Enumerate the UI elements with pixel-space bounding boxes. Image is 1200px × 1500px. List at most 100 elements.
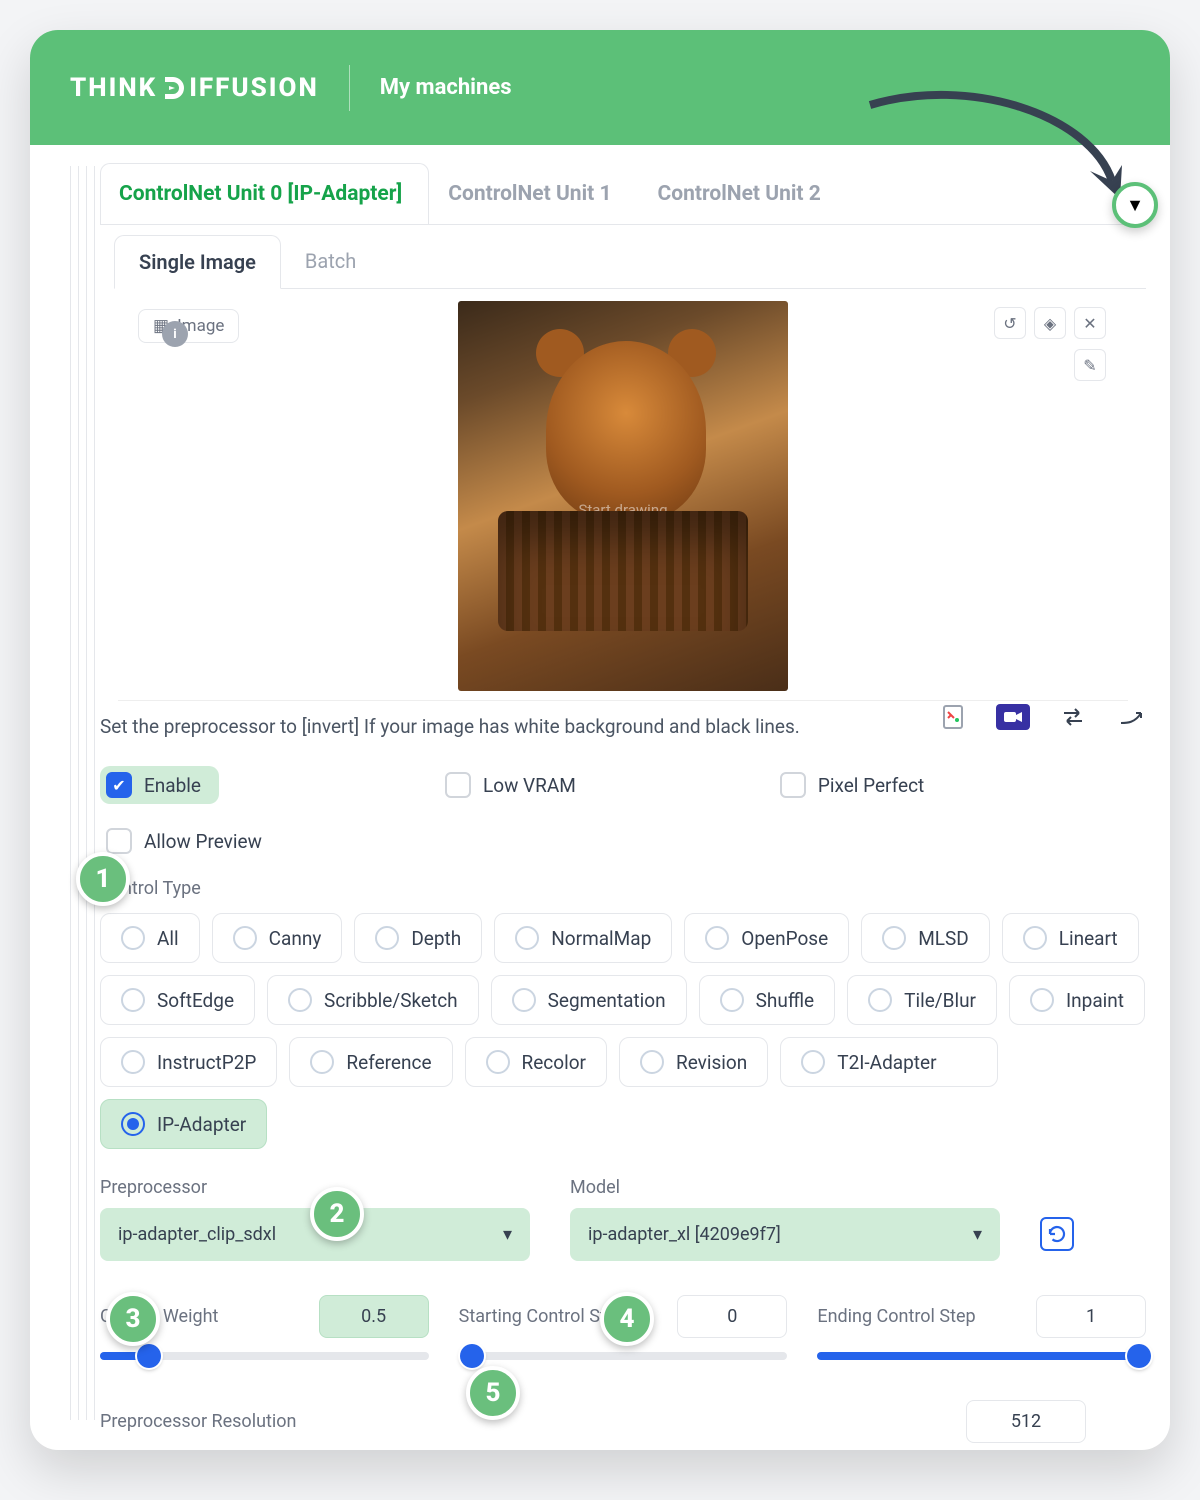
radio-scribble[interactable]: Scribble/Sketch [267,975,479,1025]
lowvram-label: Low VRAM [483,774,576,797]
erase-button[interactable]: ◈ [1034,307,1066,339]
radio-shuffle[interactable]: Shuffle [699,975,836,1025]
image-badge: ▦ Image [138,309,239,343]
callout-2: 2 [310,1187,364,1241]
slider-thumb[interactable] [460,1344,484,1368]
radio-lineart[interactable]: Lineart [1002,913,1139,963]
radio-label: T2I-Adapter [837,1051,936,1074]
canvas-hint: Start drawing [578,501,667,519]
preprocessor-hint: Set the preprocessor to [invert] If your… [100,715,850,738]
option-checkboxes: ✔ Enable Low VRAM Pixel Perfect [100,766,1146,804]
model-select[interactable]: ip-adapter_xl [4209e9f7] ▾ [570,1208,1000,1261]
callout-1: 1 [76,852,130,906]
chevron-down-icon: ▾ [503,1224,512,1245]
radio-label: NormalMap [551,927,651,950]
resolution-value[interactable]: 512 [966,1400,1086,1443]
callout-3: 3 [106,1292,160,1346]
uploaded-image-preview: Start drawing [458,301,788,691]
chevron-down-icon: ▼ [1126,195,1144,216]
radio-label: Depth [411,927,461,950]
start-value[interactable]: 0 [677,1295,787,1338]
info-icon[interactable]: i [162,321,188,347]
webcam-icon[interactable] [996,704,1030,730]
close-button[interactable]: ✕ [1074,307,1106,339]
radio-mlsd[interactable]: MLSD [861,913,990,963]
radio-openpose[interactable]: OpenPose [684,913,849,963]
radio-label: InstructP2P [157,1051,256,1074]
checkbox-checked-icon: ✔ [106,772,132,798]
image-tools: ↺ ◈ ✕ ✎ [994,307,1106,381]
radio-label: Scribble/Sketch [324,989,458,1012]
radio-label: SoftEdge [157,989,234,1012]
checkbox-icon [780,772,806,798]
swap-icon[interactable] [1058,704,1088,730]
checkbox-icon [445,772,471,798]
slider-thumb[interactable] [1127,1344,1151,1368]
allowpreview-checkbox[interactable]: Allow Preview [100,822,280,860]
radio-canny[interactable]: Canny [212,913,343,963]
weight-value[interactable]: 0.5 [319,1295,429,1338]
radio-label: Inpaint [1066,989,1124,1012]
collapse-toggle[interactable]: ▼ [1112,182,1158,228]
controlnet-tabs: ControlNet Unit 0 [IP-Adapter] ControlNe… [100,163,1146,225]
end-value[interactable]: 1 [1036,1295,1146,1338]
model-value: ip-adapter_xl [4209e9f7] [588,1224,781,1245]
model-label: Model [570,1177,1000,1198]
callout-4: 4 [600,1292,654,1346]
radio-label: IP-Adapter [157,1113,246,1136]
tab-unit-2[interactable]: ControlNet Unit 2 [639,163,848,224]
image-mode-tabs: Single Image Batch [114,235,1146,289]
radio-recolor[interactable]: Recolor [465,1037,607,1087]
slider-track[interactable] [459,1352,788,1360]
end-step-slider[interactable]: Ending Control Step 1 [817,1295,1146,1360]
radio-tileblur[interactable]: Tile/Blur [847,975,997,1025]
image-drop-zone[interactable]: ▦ Image i Start drawing ↺ ◈ ✕ ✎ [118,301,1128,701]
callout-5: 5 [466,1366,520,1420]
radio-segmentation[interactable]: Segmentation [491,975,687,1025]
tab-unit-1[interactable]: ControlNet Unit 1 [429,163,638,224]
undo-button[interactable]: ↺ [994,307,1026,339]
preprocessor-label: Preprocessor [100,1177,530,1198]
new-canvas-icon[interactable] [938,704,968,730]
pixelperfect-checkbox[interactable]: Pixel Perfect [774,766,942,804]
content-area: ControlNet Unit 0 [IP-Adapter] ControlNe… [30,145,1170,1450]
radio-inpaint[interactable]: Inpaint [1009,975,1145,1025]
enable-label: Enable [144,774,201,797]
subtab-batch[interactable]: Batch [281,235,380,288]
controltype-group: All Canny Depth NormalMap OpenPose MLSD … [100,913,1146,1149]
radio-normalmap[interactable]: NormalMap [494,913,672,963]
radio-instructp2p[interactable]: InstructP2P [100,1037,277,1087]
tab-unit-0[interactable]: ControlNet Unit 0 [IP-Adapter] [100,163,429,224]
preprocessor-value: ip-adapter_clip_sdxl [118,1224,276,1245]
radio-ipadapter[interactable]: IP-Adapter [100,1099,267,1149]
radio-label: Shuffle [756,989,815,1012]
edit-button[interactable]: ✎ [1074,349,1106,381]
model-field: Model ip-adapter_xl [4209e9f7] ▾ [570,1177,1000,1261]
allow-label: Allow Preview [144,830,262,853]
radio-t2iadapter[interactable]: T2I-Adapter [780,1037,997,1087]
app-window: THINK IFFUSION My machines ▼ ControlNet … [30,30,1170,1450]
radio-label: MLSD [918,927,969,950]
lowvram-checkbox[interactable]: Low VRAM [439,766,594,804]
brand-d-icon [159,74,187,102]
radio-revision[interactable]: Revision [619,1037,768,1087]
radio-reference[interactable]: Reference [289,1037,452,1087]
chevron-down-icon: ▾ [973,1224,982,1245]
controltype-label: Control Type [100,878,1146,899]
radio-label: Revision [676,1051,747,1074]
slider-track[interactable] [100,1352,429,1360]
subtab-single[interactable]: Single Image [114,235,281,289]
resolution-label: Preprocessor Resolution [100,1411,296,1432]
radio-depth[interactable]: Depth [354,913,482,963]
slider-track[interactable] [817,1352,1146,1360]
enable-checkbox[interactable]: ✔ Enable [100,766,219,804]
refresh-models-button[interactable] [1040,1217,1074,1251]
radio-label: Tile/Blur [904,989,976,1012]
app-header: THINK IFFUSION My machines [30,30,1170,145]
send-icon[interactable] [1116,704,1146,730]
radio-softedge[interactable]: SoftEdge [100,975,255,1025]
nav-my-machines[interactable]: My machines [380,75,512,100]
radio-all[interactable]: All [100,913,200,963]
slider-thumb[interactable] [137,1344,161,1368]
divider [349,65,350,111]
